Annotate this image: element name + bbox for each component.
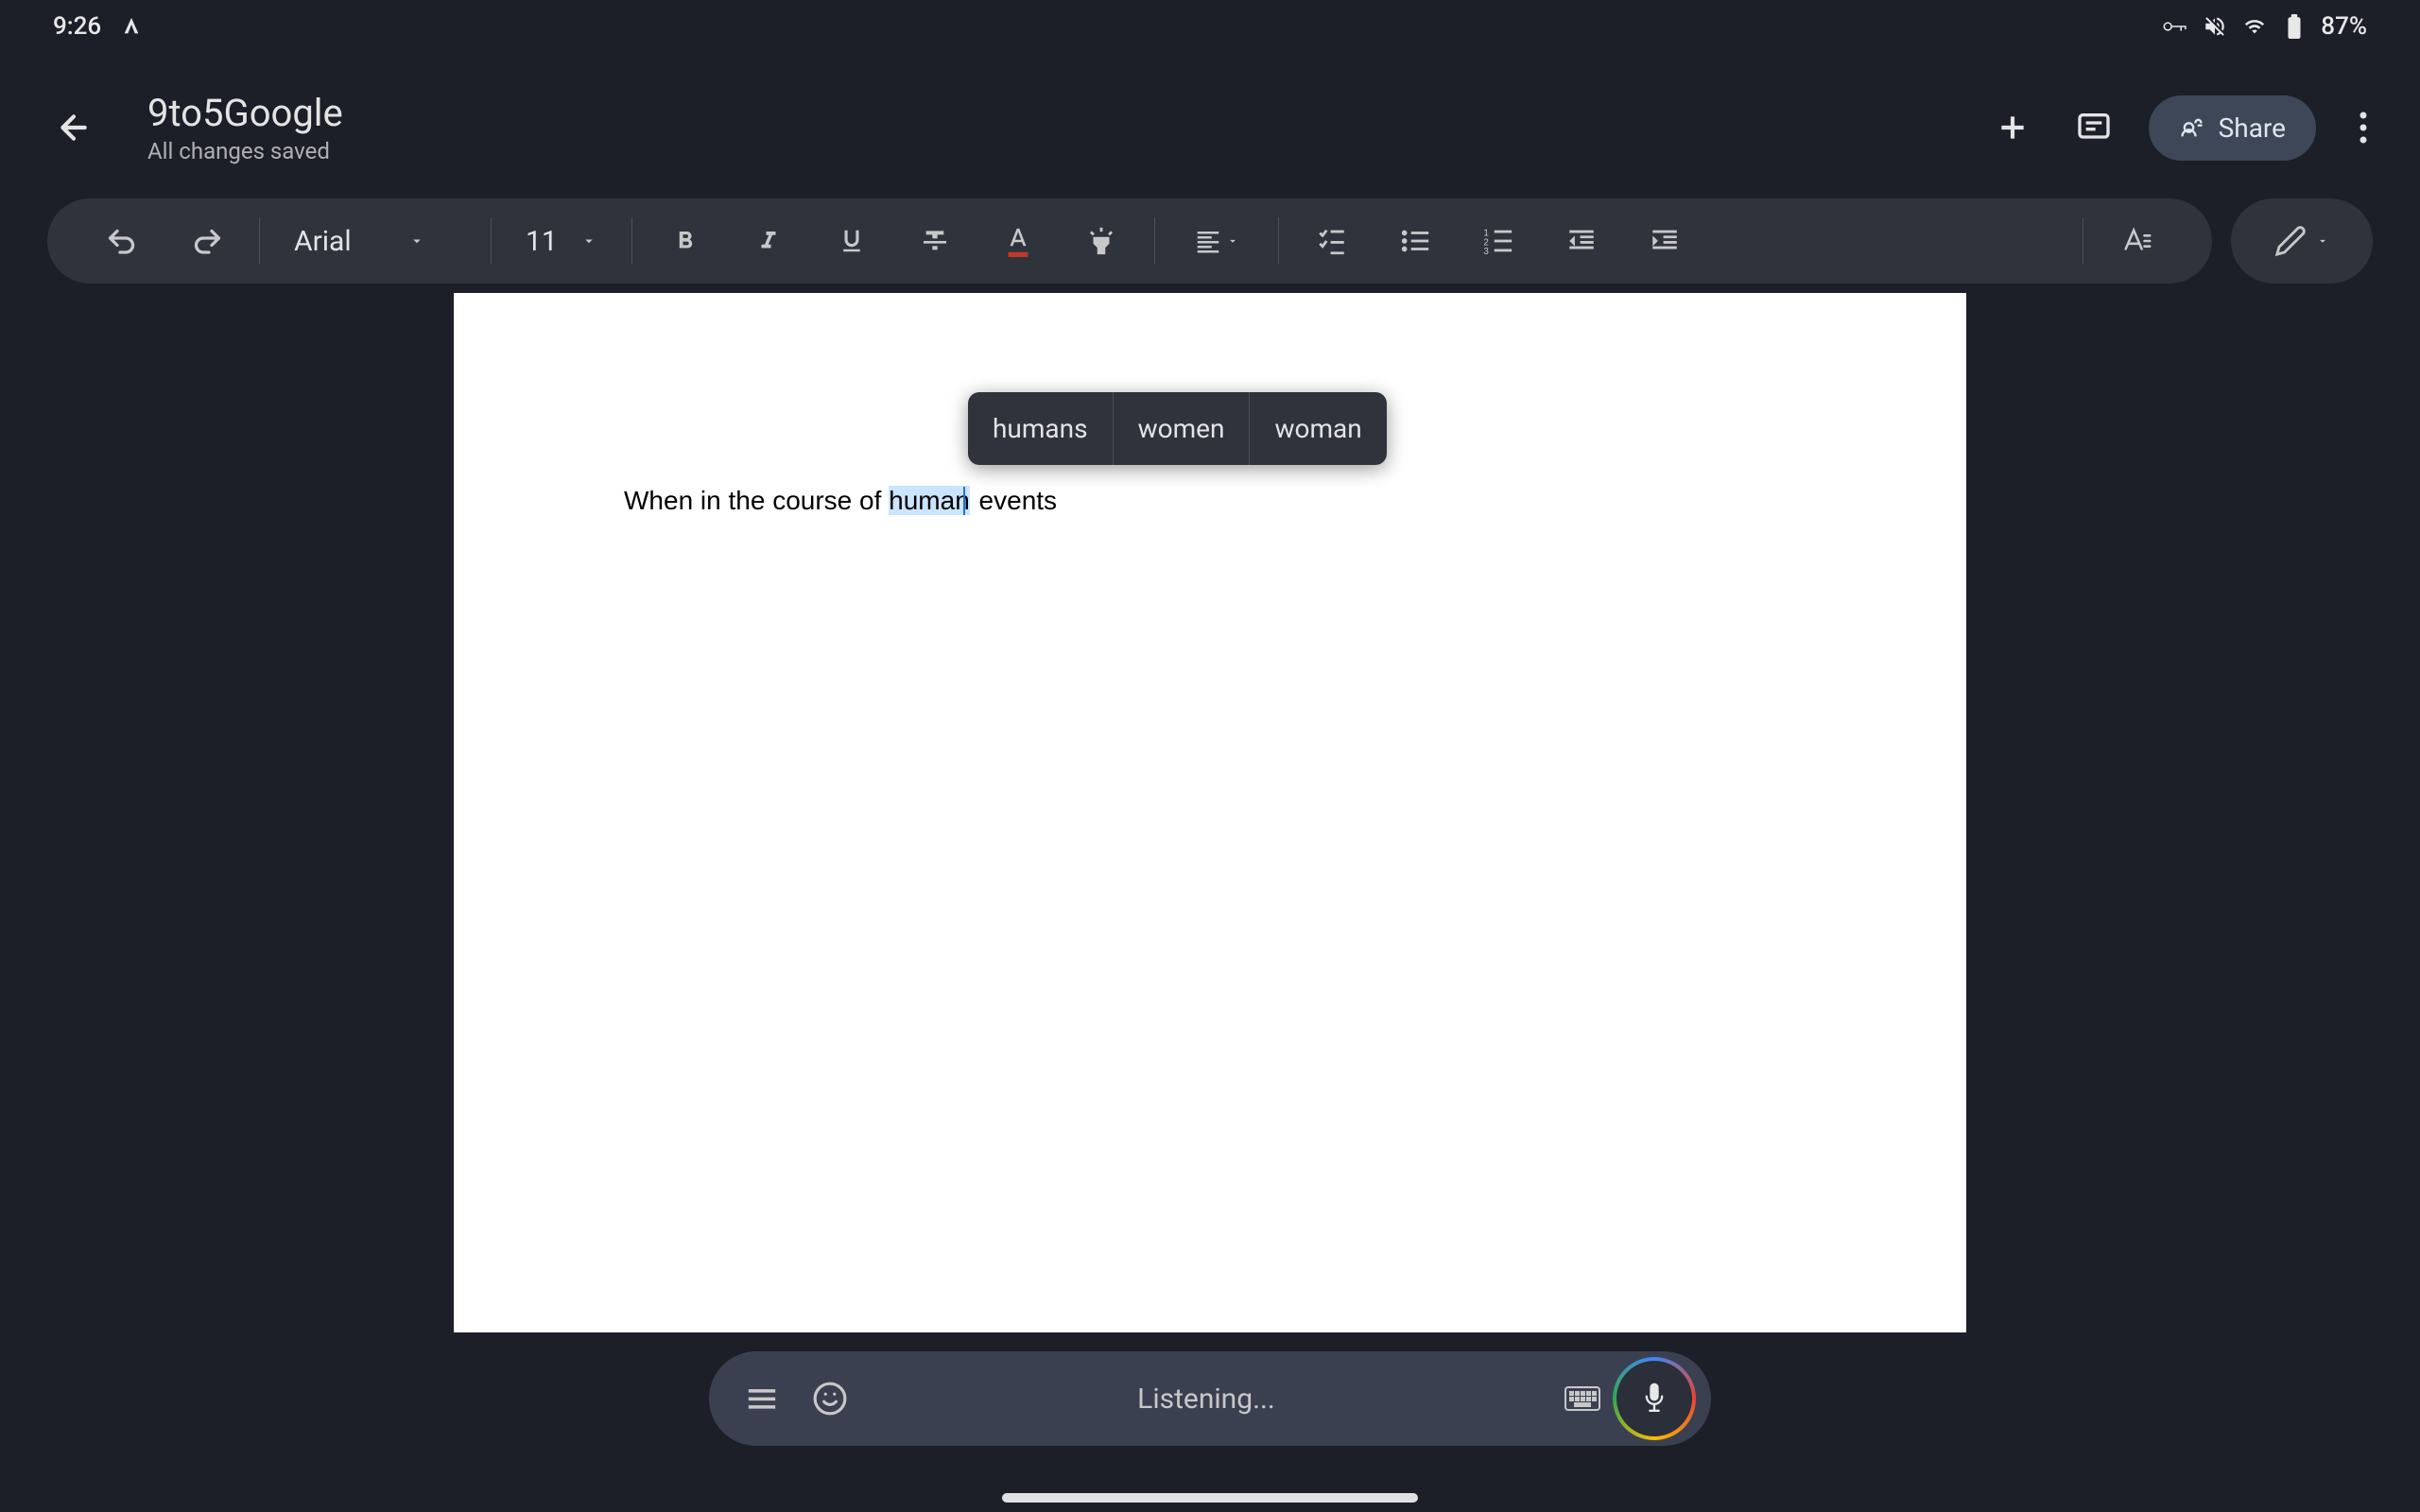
pen-mode-button[interactable] [2231, 198, 2373, 284]
comments-button[interactable] [2067, 101, 2120, 154]
mic-icon [1641, 1381, 1668, 1417]
text-before: When in the course of [624, 486, 889, 515]
svg-text:3: 3 [1483, 247, 1489, 257]
text-format-button[interactable] [2102, 213, 2170, 269]
indent-button[interactable] [1631, 213, 1699, 269]
chevron-down-icon [1226, 234, 1239, 248]
suggestion-option-1[interactable]: women [1114, 392, 1251, 465]
status-bar: 9:26 87% [0, 0, 2420, 53]
numbered-list-button[interactable]: 123 [1464, 213, 1532, 269]
share-button[interactable]: Share [2149, 95, 2316, 161]
text-after: events [972, 486, 1057, 515]
undo-button[interactable] [89, 213, 157, 269]
back-button[interactable] [47, 101, 100, 154]
suggestion-option-0[interactable]: humans [968, 392, 1114, 465]
mute-icon [2202, 13, 2228, 40]
italic-button[interactable] [735, 213, 803, 269]
document-title: 9to5Google [147, 91, 1986, 136]
status-time: 9:26 [53, 12, 101, 41]
vpn-key-icon [2162, 13, 2188, 40]
redo-button[interactable] [172, 213, 240, 269]
highlighted-word: human [889, 486, 970, 515]
underline-button[interactable] [818, 213, 886, 269]
chevron-down-icon [408, 232, 425, 249]
voice-status: Listening... [864, 1383, 1548, 1416]
save-status: All changes saved [147, 138, 1986, 164]
align-button[interactable] [1174, 213, 1259, 269]
mic-button[interactable] [1616, 1361, 1692, 1436]
bold-button[interactable] [651, 213, 719, 269]
font-size-selector[interactable]: 11 [503, 225, 620, 258]
toolbar-container: Arial 11 [47, 198, 2373, 284]
keyboard-menu-button[interactable] [728, 1365, 796, 1433]
more-options-button[interactable] [2344, 101, 2382, 154]
document-info[interactable]: 9to5Google All changes saved [147, 91, 1986, 164]
font-selector[interactable]: Arial [271, 225, 479, 258]
strikethrough-button[interactable] [901, 213, 969, 269]
share-label: Share [2219, 112, 2286, 144]
app-header: 9to5Google All changes saved Share [0, 76, 2420, 180]
notification-icon [118, 13, 145, 40]
suggestion-popup: humans women woman [968, 392, 1387, 465]
font-size: 11 [526, 225, 558, 258]
text-color-button[interactable] [984, 213, 1052, 269]
text-cursor [963, 487, 965, 515]
voice-input-bar: Listening... [709, 1351, 1711, 1446]
outdent-button[interactable] [1547, 213, 1616, 269]
suggestion-option-2[interactable]: woman [1250, 392, 1386, 465]
wifi-icon [2241, 13, 2268, 40]
keyboard-button[interactable] [1548, 1365, 1616, 1433]
document-content[interactable]: When in the course of human events [624, 482, 1796, 519]
checklist-button[interactable] [1298, 213, 1366, 269]
bullet-list-button[interactable] [1381, 213, 1449, 269]
battery-percentage: 87% [2321, 12, 2367, 41]
font-name: Arial [294, 225, 352, 258]
add-button[interactable] [1986, 101, 2039, 154]
highlight-button[interactable] [1067, 213, 1135, 269]
chevron-down-icon [580, 232, 597, 249]
format-toolbar: Arial 11 [47, 198, 2212, 284]
navigation-bar[interactable] [1002, 1493, 1418, 1503]
battery-icon [2281, 13, 2308, 40]
emoji-button[interactable] [796, 1365, 864, 1433]
chevron-down-icon [2316, 234, 2329, 248]
